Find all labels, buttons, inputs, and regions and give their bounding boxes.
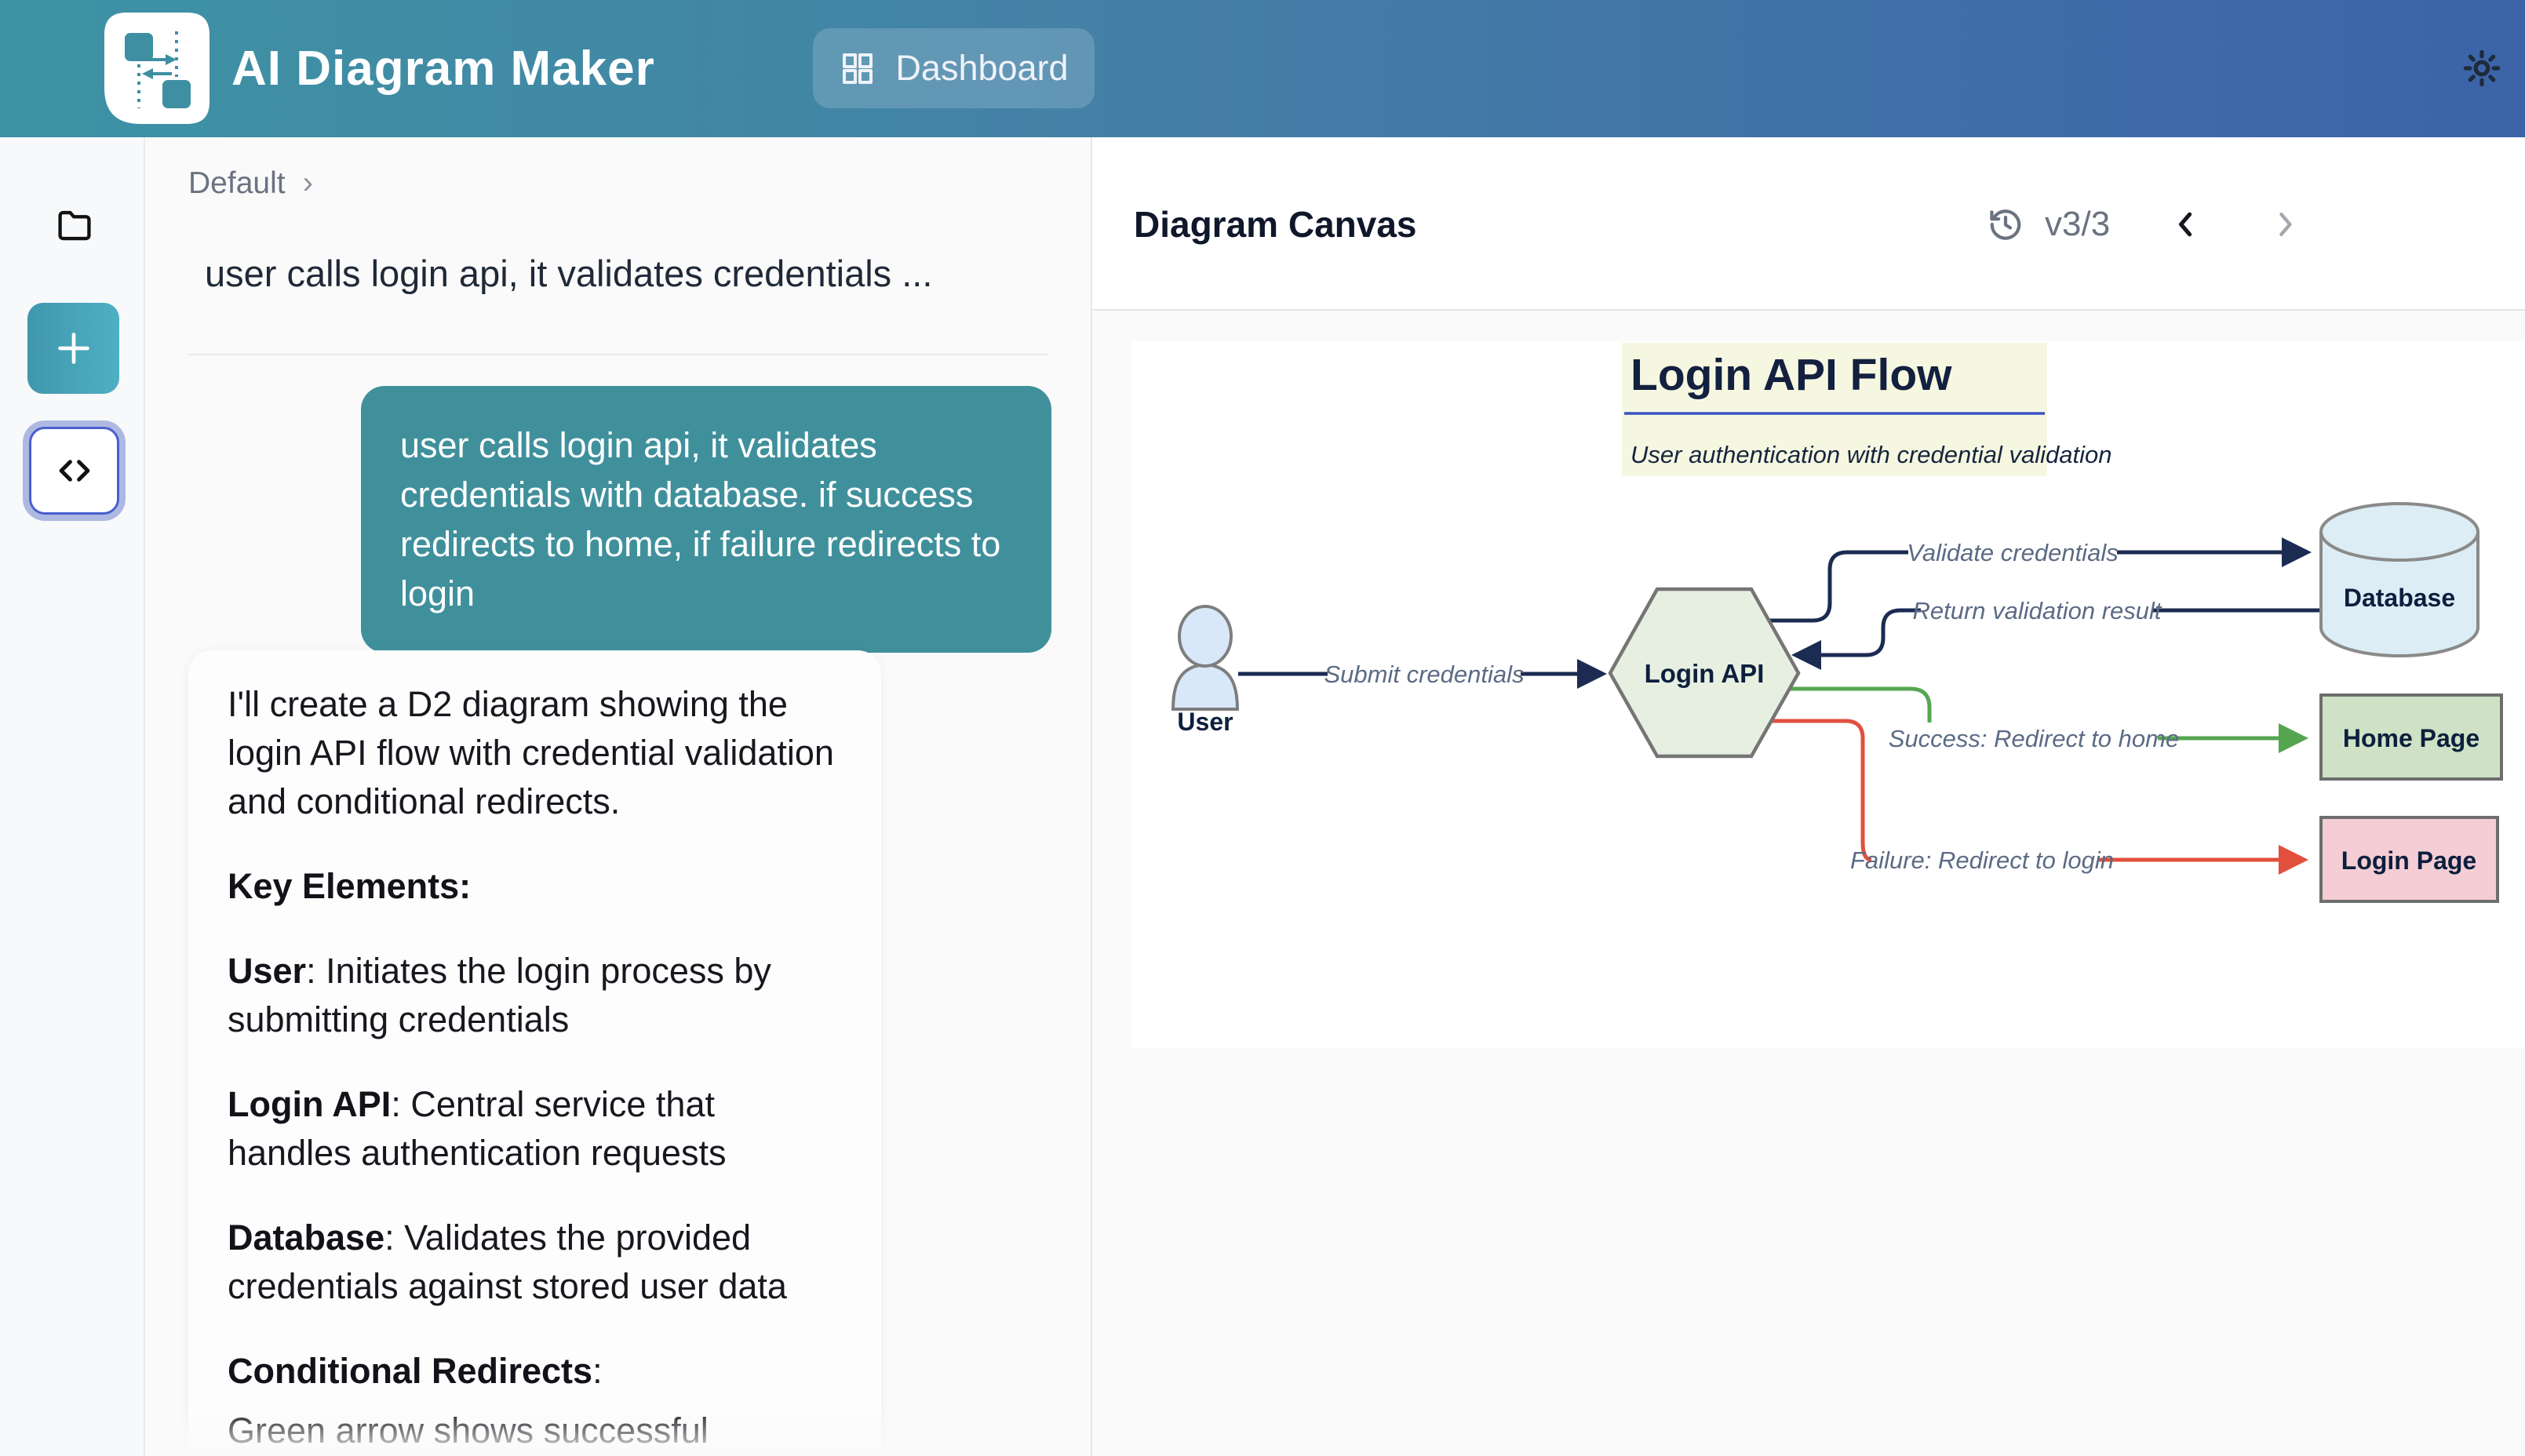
conversation-title: user calls login api, it validates crede… [205,252,932,295]
edge-label-submit: Submit credentials [1324,661,1524,688]
code-brackets-icon [53,450,96,492]
diagram-subtitle: User authentication with credential vali… [1631,441,2111,468]
folder-icon [54,206,95,246]
sun-icon [2461,48,2502,89]
node-label-login-page: Login Page [2341,846,2476,875]
rendered-diagram: Login API Flow User authentication with … [1132,341,2525,1048]
dashboard-label: Dashboard [895,48,1068,89]
arrowhead-validate [2282,537,2312,567]
edge-label-failure: Failure: Redirect to login [1850,846,2114,874]
node-home-page: Home Page [2321,695,2501,779]
arrowhead-failure [2279,845,2308,875]
chat-panel: Default › user calls login api, it valid… [145,137,1091,1456]
canvas-title: Diagram Canvas [1134,137,1417,311]
previous-version-button[interactable] [2159,197,2213,252]
next-version-button[interactable] [2257,197,2312,252]
left-sidebar [0,137,145,1456]
node-login-page: Login Page [2321,817,2498,901]
node-label-login-api: Login API [1645,659,1765,688]
breadcrumb-project[interactable]: Default [188,166,286,201]
code-view-button[interactable] [29,427,119,515]
assistant-message-card: I'll create a D2 diagram showing the log… [188,650,881,1456]
app-title: AI Diagram Maker [231,0,655,137]
user-message-bubble: user calls login api, it validates crede… [361,386,1051,653]
history-icon [1987,206,2024,243]
assistant-paragraph: Key Elements: [228,862,842,911]
new-diagram-button[interactable] [27,303,119,394]
divider [188,354,1048,355]
edge-label-return: Return validation result [1912,597,2162,624]
assistant-paragraph: I'll create a D2 diagram showing the log… [228,680,842,826]
arrowhead-success [2279,723,2308,753]
edge-label-validate: Validate credentials [1907,539,2118,566]
diagram-canvas-panel: Diagram Canvas v3/3 [1091,137,2525,1456]
dashboard-grid-icon [839,49,876,87]
theme-toggle-button[interactable] [2454,41,2509,96]
edge-label-success: Success: Redirect to home [1889,725,2179,752]
version-label: v3/3 [2045,205,2110,244]
node-login-api: Login API [1610,589,1798,756]
node-label-home-page: Home Page [2343,724,2479,752]
arrowhead-submit [1577,659,1607,689]
plus-icon [52,326,96,370]
node-database: Database [2321,504,2478,656]
breadcrumb-chevron-icon: › [303,166,313,201]
node-label-user: User [1177,708,1233,736]
app-logo-icon [104,13,210,124]
assistant-paragraph: Database: Validates the provided credent… [228,1214,842,1311]
assistant-paragraph: Conditional Redirects: [228,1347,842,1396]
version-controls: v3/3 [1987,137,2312,311]
app-header: AI Diagram Maker Dashboard [0,0,2525,137]
assistant-paragraph: Login API: Central service that handles … [228,1080,842,1178]
breadcrumb[interactable]: Default › [188,166,313,201]
files-button[interactable] [49,200,100,252]
node-label-database: Database [2344,584,2455,612]
assistant-paragraph: Green arrow shows successful authenticat… [228,1407,842,1456]
assistant-paragraph: User: Initiates the login process by sub… [228,947,842,1044]
canvas-header: Diagram Canvas v3/3 [1092,137,2525,311]
dashboard-button[interactable]: Dashboard [813,28,1095,108]
diagram-title: Login API Flow [1631,350,1952,400]
node-user: User [1173,606,1237,736]
